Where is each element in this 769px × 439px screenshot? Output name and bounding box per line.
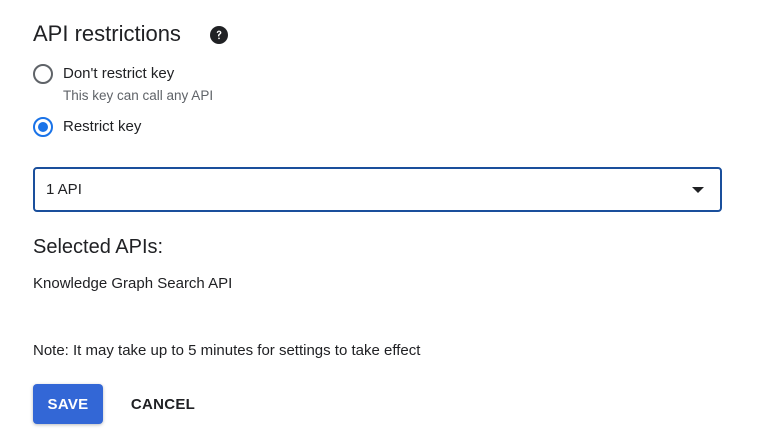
radio-option-text: Don't restrict key This key can call any… [63,64,213,106]
radio-button-checked[interactable] [33,117,53,137]
save-button[interactable]: SAVE [33,384,103,424]
api-select-dropdown[interactable]: 1 API [33,167,722,212]
radio-description-dont-restrict: This key can call any API [63,88,214,103]
radio-button-unchecked[interactable] [33,64,53,84]
radio-option-restrict-key[interactable]: Restrict key [33,117,141,137]
api-select-value: 1 API [46,181,82,198]
settings-note: Note: It may take up to 5 minutes for se… [33,342,421,359]
api-restrictions-panel: API restrictions Don't restrict key This… [0,0,769,439]
radio-label-dont-restrict: Don't restrict key [63,65,175,82]
dropdown-arrow-icon [692,187,704,193]
help-circle-icon[interactable] [210,26,228,44]
radio-option-text: Restrict key [63,117,141,137]
selected-apis-heading: Selected APIs: [33,236,164,258]
cancel-button[interactable]: CANCEL [122,384,204,424]
radio-option-dont-restrict[interactable]: Don't restrict key This key can call any… [33,64,213,106]
radio-label-restrict-key: Restrict key [63,118,142,135]
section-title: API restrictions [33,21,181,46]
selected-api-item: Knowledge Graph Search API [33,275,233,292]
